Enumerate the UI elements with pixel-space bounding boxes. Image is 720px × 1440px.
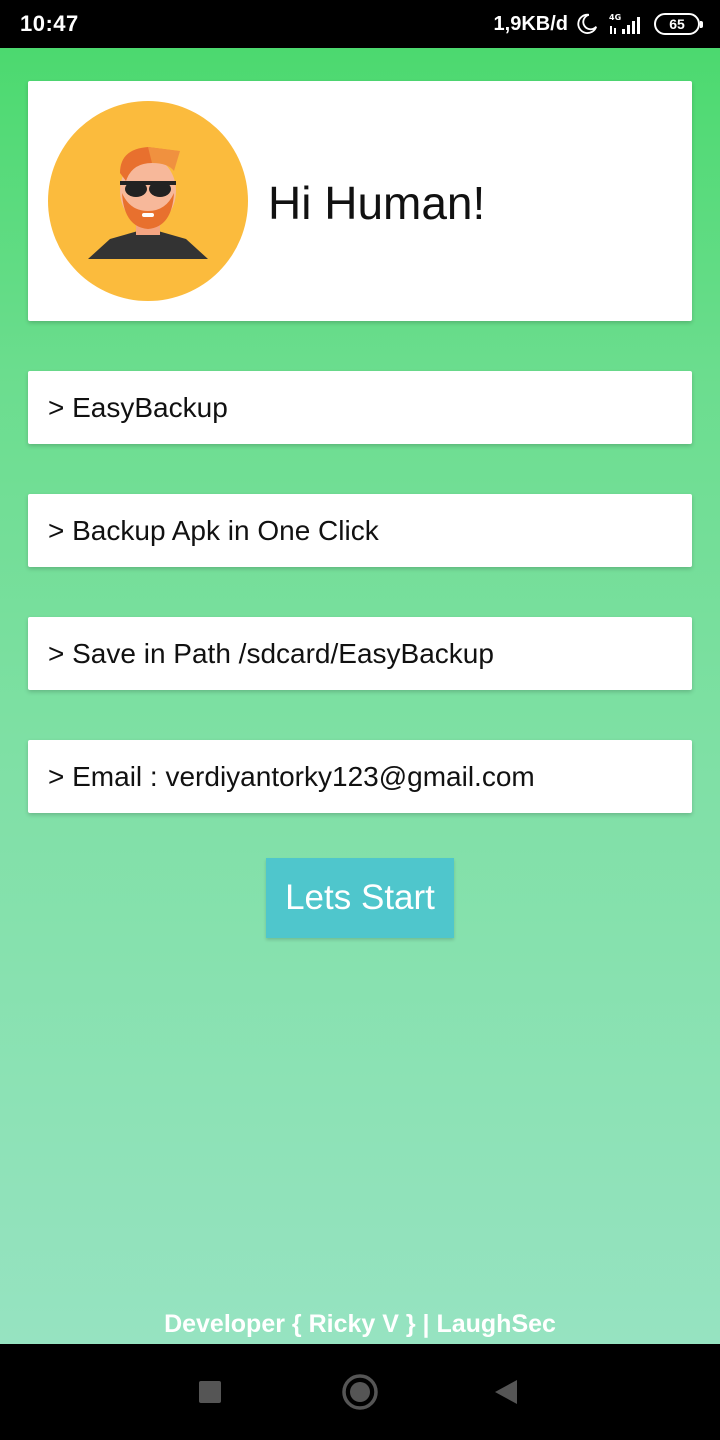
greeting-title: Hi Human!: [268, 177, 486, 229]
info-item-label: > EasyBackup: [48, 392, 228, 423]
network-speed: 1,9KB/d: [493, 12, 568, 35]
info-item-label: > Save in Path /sdcard/EasyBackup: [48, 638, 494, 669]
info-item-feature: > Backup Apk in One Click: [28, 494, 692, 567]
info-item-label: > Backup Apk in One Click: [48, 515, 379, 546]
status-icons: 1,9KB/d 4G 65: [493, 12, 703, 36]
info-item-save-path: > Save in Path /sdcard/EasyBackup: [28, 617, 692, 690]
svg-text:4G: 4G: [609, 13, 621, 22]
recent-apps-icon: [199, 1381, 221, 1403]
battery-icon: 65: [654, 13, 703, 35]
status-bar: 10:47 1,9KB/d 4G 65: [0, 0, 720, 48]
info-item-email: > Email : verdiyantorky123@gmail.com: [28, 740, 692, 813]
signal-icon: 4G: [609, 13, 640, 34]
battery-level: 65: [669, 16, 685, 32]
lets-start-button[interactable]: Lets Start: [266, 858, 454, 938]
navigation-bar: [0, 1344, 720, 1440]
home-button[interactable]: [336, 1344, 384, 1440]
profile-card: Hi Human!: [28, 81, 692, 321]
back-icon: [495, 1380, 517, 1404]
developer-credit: Developer { Ricky V } | LaughSec: [164, 1310, 556, 1338]
app-screen: Hi Human! > EasyBackup > Backup Apk in O…: [0, 48, 720, 1344]
recent-apps-button[interactable]: [190, 1344, 230, 1440]
status-time: 10:47: [20, 11, 79, 36]
info-item-label: > Email : verdiyantorky123@gmail.com: [48, 761, 535, 792]
home-icon: [342, 1374, 378, 1410]
hacker-avatar-icon: [48, 101, 248, 301]
moon-icon: [577, 13, 598, 34]
back-button[interactable]: [486, 1344, 526, 1440]
info-item-app-name: > EasyBackup: [28, 371, 692, 444]
